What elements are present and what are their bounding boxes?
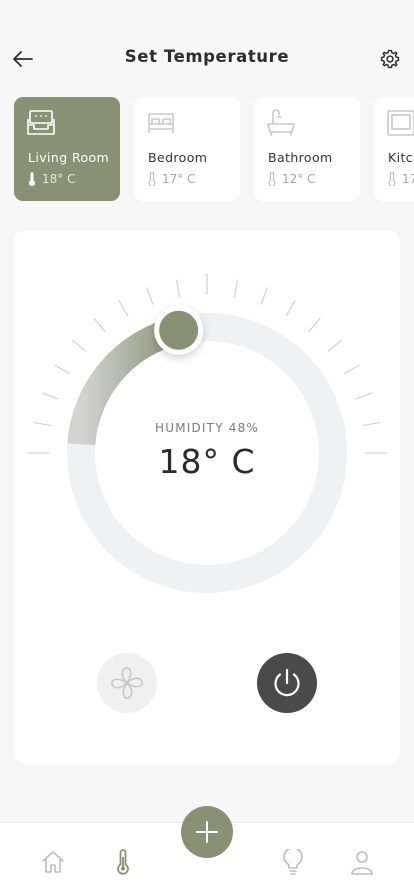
room-selector: Living Room 18° C Bedroom 17° C Bathroom… — [14, 97, 414, 201]
temperature-readout: 18° C — [158, 442, 256, 481]
nav-temperature[interactable] — [108, 847, 138, 877]
page-title: Set Temperature — [124, 47, 290, 66]
dial-tick — [355, 392, 373, 400]
dial-tick — [175, 279, 181, 298]
user-icon — [351, 851, 373, 875]
dial-tick — [327, 339, 343, 352]
dial-tick — [54, 364, 71, 375]
gear-icon — [380, 49, 400, 69]
room-temp: 12° C — [268, 172, 315, 186]
room-temp: 18° C — [28, 172, 75, 186]
nav-profile[interactable] — [347, 847, 377, 877]
nav-home[interactable] — [38, 847, 68, 877]
room-name: Kitchen — [388, 150, 414, 165]
dial-tick — [41, 392, 59, 400]
room-name: Bathroom — [268, 150, 333, 165]
dial-tick — [285, 300, 296, 317]
room-card-bathroom[interactable]: Bathroom 12° C — [254, 97, 360, 201]
nav-lights[interactable] — [278, 847, 308, 877]
dial-tick — [343, 364, 360, 375]
sofa-icon — [27, 110, 55, 135]
room-temp-value: 17° C — [402, 172, 414, 186]
thermometer-icon — [117, 849, 129, 875]
fan-icon — [111, 667, 143, 699]
thermometer-icon — [29, 172, 35, 186]
thermometer-icon — [268, 172, 276, 186]
room-temp-value: 17° C — [162, 172, 196, 186]
room-name: Living Room — [28, 150, 110, 165]
kitchen-icon — [387, 110, 414, 136]
home-icon — [42, 851, 64, 873]
dial-tick — [71, 339, 87, 352]
dial-tick — [118, 300, 129, 317]
bathtub-icon — [267, 109, 295, 136]
bed-icon — [148, 113, 174, 133]
temperature-dial — [27, 273, 387, 593]
room-card-bedroom[interactable]: Bedroom 17° C — [134, 97, 240, 201]
thermostat-card: HUMIDITY 48% 18° C — [14, 231, 400, 763]
room-temp-value: 18° C — [42, 172, 76, 186]
fan-button[interactable] — [97, 653, 157, 713]
thermometer-icon — [388, 172, 396, 186]
room-card-kitchen[interactable]: Kitchen 17° C — [374, 97, 414, 201]
dial-knob[interactable] — [154, 305, 204, 355]
room-temp: 17° C — [388, 172, 414, 186]
power-button[interactable] — [257, 653, 317, 713]
settings-button[interactable] — [376, 45, 404, 73]
add-button[interactable] — [181, 806, 233, 858]
plus-icon — [196, 821, 218, 843]
dial-tick — [146, 287, 154, 305]
thermometer-icon — [148, 172, 156, 186]
dial-tick — [308, 317, 321, 333]
room-temp: 17° C — [148, 172, 195, 186]
header: Set Temperature — [0, 38, 414, 78]
humidity-label: HUMIDITY 48% — [154, 421, 260, 435]
dial-tick — [260, 287, 268, 305]
lightbulb-icon — [283, 849, 303, 875]
room-temp-value: 12° C — [282, 172, 316, 186]
dial-tick — [233, 279, 239, 298]
dial-tick — [93, 317, 106, 333]
power-icon — [274, 668, 300, 697]
room-card-living-room[interactable]: Living Room 18° C — [14, 97, 120, 201]
room-name: Bedroom — [148, 150, 208, 165]
